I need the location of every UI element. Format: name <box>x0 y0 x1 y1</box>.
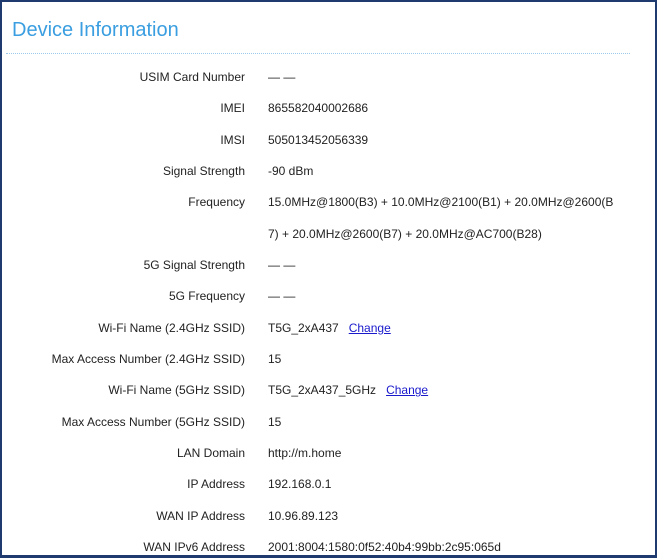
info-value: 505013452056339 <box>268 132 369 147</box>
info-label: Frequency <box>188 195 245 210</box>
info-value: — — <box>268 70 296 84</box>
info-label: Wi-Fi Name (2.4GHz SSID) <box>98 320 245 335</box>
info-label: Wi-Fi Name (5GHz SSID) <box>108 383 245 398</box>
info-value: 2001:8004:1580:0f52:40b4:99bb:2c95:065d <box>268 540 501 555</box>
info-row: IMSI 505013452056339 <box>2 125 642 156</box>
info-row: Wi-Fi Name (2.4GHz SSID) T5G_2xA437 Chang… <box>2 313 642 344</box>
info-row: 5G Frequency — — <box>2 281 642 312</box>
info-row: Frequency 15.0MHz@1800(B3) + 10.0MHz@210… <box>2 187 642 250</box>
info-label: IMEI <box>220 101 245 116</box>
info-label: WAN IP Address <box>156 508 245 523</box>
info-value-cell: http://m.home <box>268 438 628 469</box>
info-value-cell: 865582040002686 <box>268 93 628 124</box>
page-title: Device Information <box>12 19 179 41</box>
info-table: USIM Card Number — — IMEI 865582040002686… <box>2 62 642 555</box>
info-row: USIM Card Number — — <box>2 62 642 93</box>
info-label: LAN Domain <box>176 446 245 461</box>
info-label: USIM Card Number <box>139 70 245 84</box>
info-value-cell: — — <box>268 62 628 93</box>
divider <box>6 53 630 54</box>
info-value: 10.96.89.123 <box>268 508 339 523</box>
info-value: T5G_2xA437_5GHz <box>268 383 377 398</box>
info-row: IP Address 192.168.0.1 <box>2 469 642 500</box>
info-row: 5G Signal Strength — — <box>2 250 642 281</box>
info-value: http://m.home <box>268 446 342 461</box>
info-label: 5G Frequency <box>168 289 245 304</box>
info-value-cell: — — <box>268 250 628 281</box>
info-row: WAN IPv6 Address 2001:8004:1580:0f52:40b… <box>2 532 642 555</box>
info-value-cell: 2001:8004:1580:0f52:40b4:99bb:2c95:065d <box>268 532 628 555</box>
info-value-cell: 10.96.89.123 <box>268 501 628 532</box>
info-value: 15 <box>268 414 282 429</box>
info-value-cell: -90 dBm <box>268 156 628 187</box>
info-value: 15.0MHz@1800(B3) + 10.0MHz@2100(B1) + 20… <box>268 195 614 210</box>
info-label: Signal Strength <box>162 164 245 179</box>
info-value: 865582040002686 <box>268 101 369 116</box>
info-label: WAN IPv6 Address <box>143 540 245 555</box>
device-information-panel: Device Information USIM Card Number — — I… <box>0 0 657 558</box>
change-ssid-link[interactable]: Change <box>349 321 391 335</box>
info-value-cell: 505013452056339 <box>268 125 628 156</box>
info-row: Max Access Number (5GHz SSID) 15 <box>2 407 642 438</box>
info-value-cell: T5G_2xA437 Change <box>268 313 628 344</box>
info-row: LAN Domain http://m.home <box>2 438 642 469</box>
info-row: Max Access Number (2.4GHz SSID) 15 <box>2 344 642 375</box>
info-value: -90 dBm <box>268 164 314 179</box>
info-label: IMSI <box>220 132 245 147</box>
info-label: IP Address <box>187 477 245 492</box>
info-value-cell: 192.168.0.1 <box>268 469 628 500</box>
change-ssid-link[interactable]: Change <box>386 383 428 397</box>
info-value-cell: 15 <box>268 344 628 375</box>
info-value-cell: 15.0MHz@1800(B3) + 10.0MHz@2100(B1) + 20… <box>268 187 628 250</box>
info-value: 192.168.0.1 <box>268 477 332 492</box>
info-value: 15 <box>268 352 282 367</box>
info-label: Max Access Number (5GHz SSID) <box>61 414 245 429</box>
info-row: IMEI 865582040002686 <box>2 93 642 124</box>
info-value-cell: T5G_2xA437_5GHz Change <box>268 375 628 406</box>
info-row: WAN IP Address 10.96.89.123 <box>2 501 642 532</box>
info-row: Signal Strength -90 dBm <box>2 156 642 187</box>
info-value-cell: 15 <box>268 407 628 438</box>
info-label: Max Access Number (2.4GHz SSID) <box>51 352 245 367</box>
info-value-cell: — — <box>268 281 628 312</box>
info-value: T5G_2xA437 <box>268 320 339 335</box>
info-value: — — <box>268 258 296 273</box>
info-value: — — <box>268 289 296 304</box>
info-label: 5G Signal Strength <box>143 258 245 273</box>
info-value-continued: 7) + 20.0MHz@2600(B7) + 20.0MHz@AC700(B2… <box>268 226 542 241</box>
info-row: Wi-Fi Name (5GHz SSID) T5G_2xA437_5GHz Ch… <box>2 375 642 406</box>
